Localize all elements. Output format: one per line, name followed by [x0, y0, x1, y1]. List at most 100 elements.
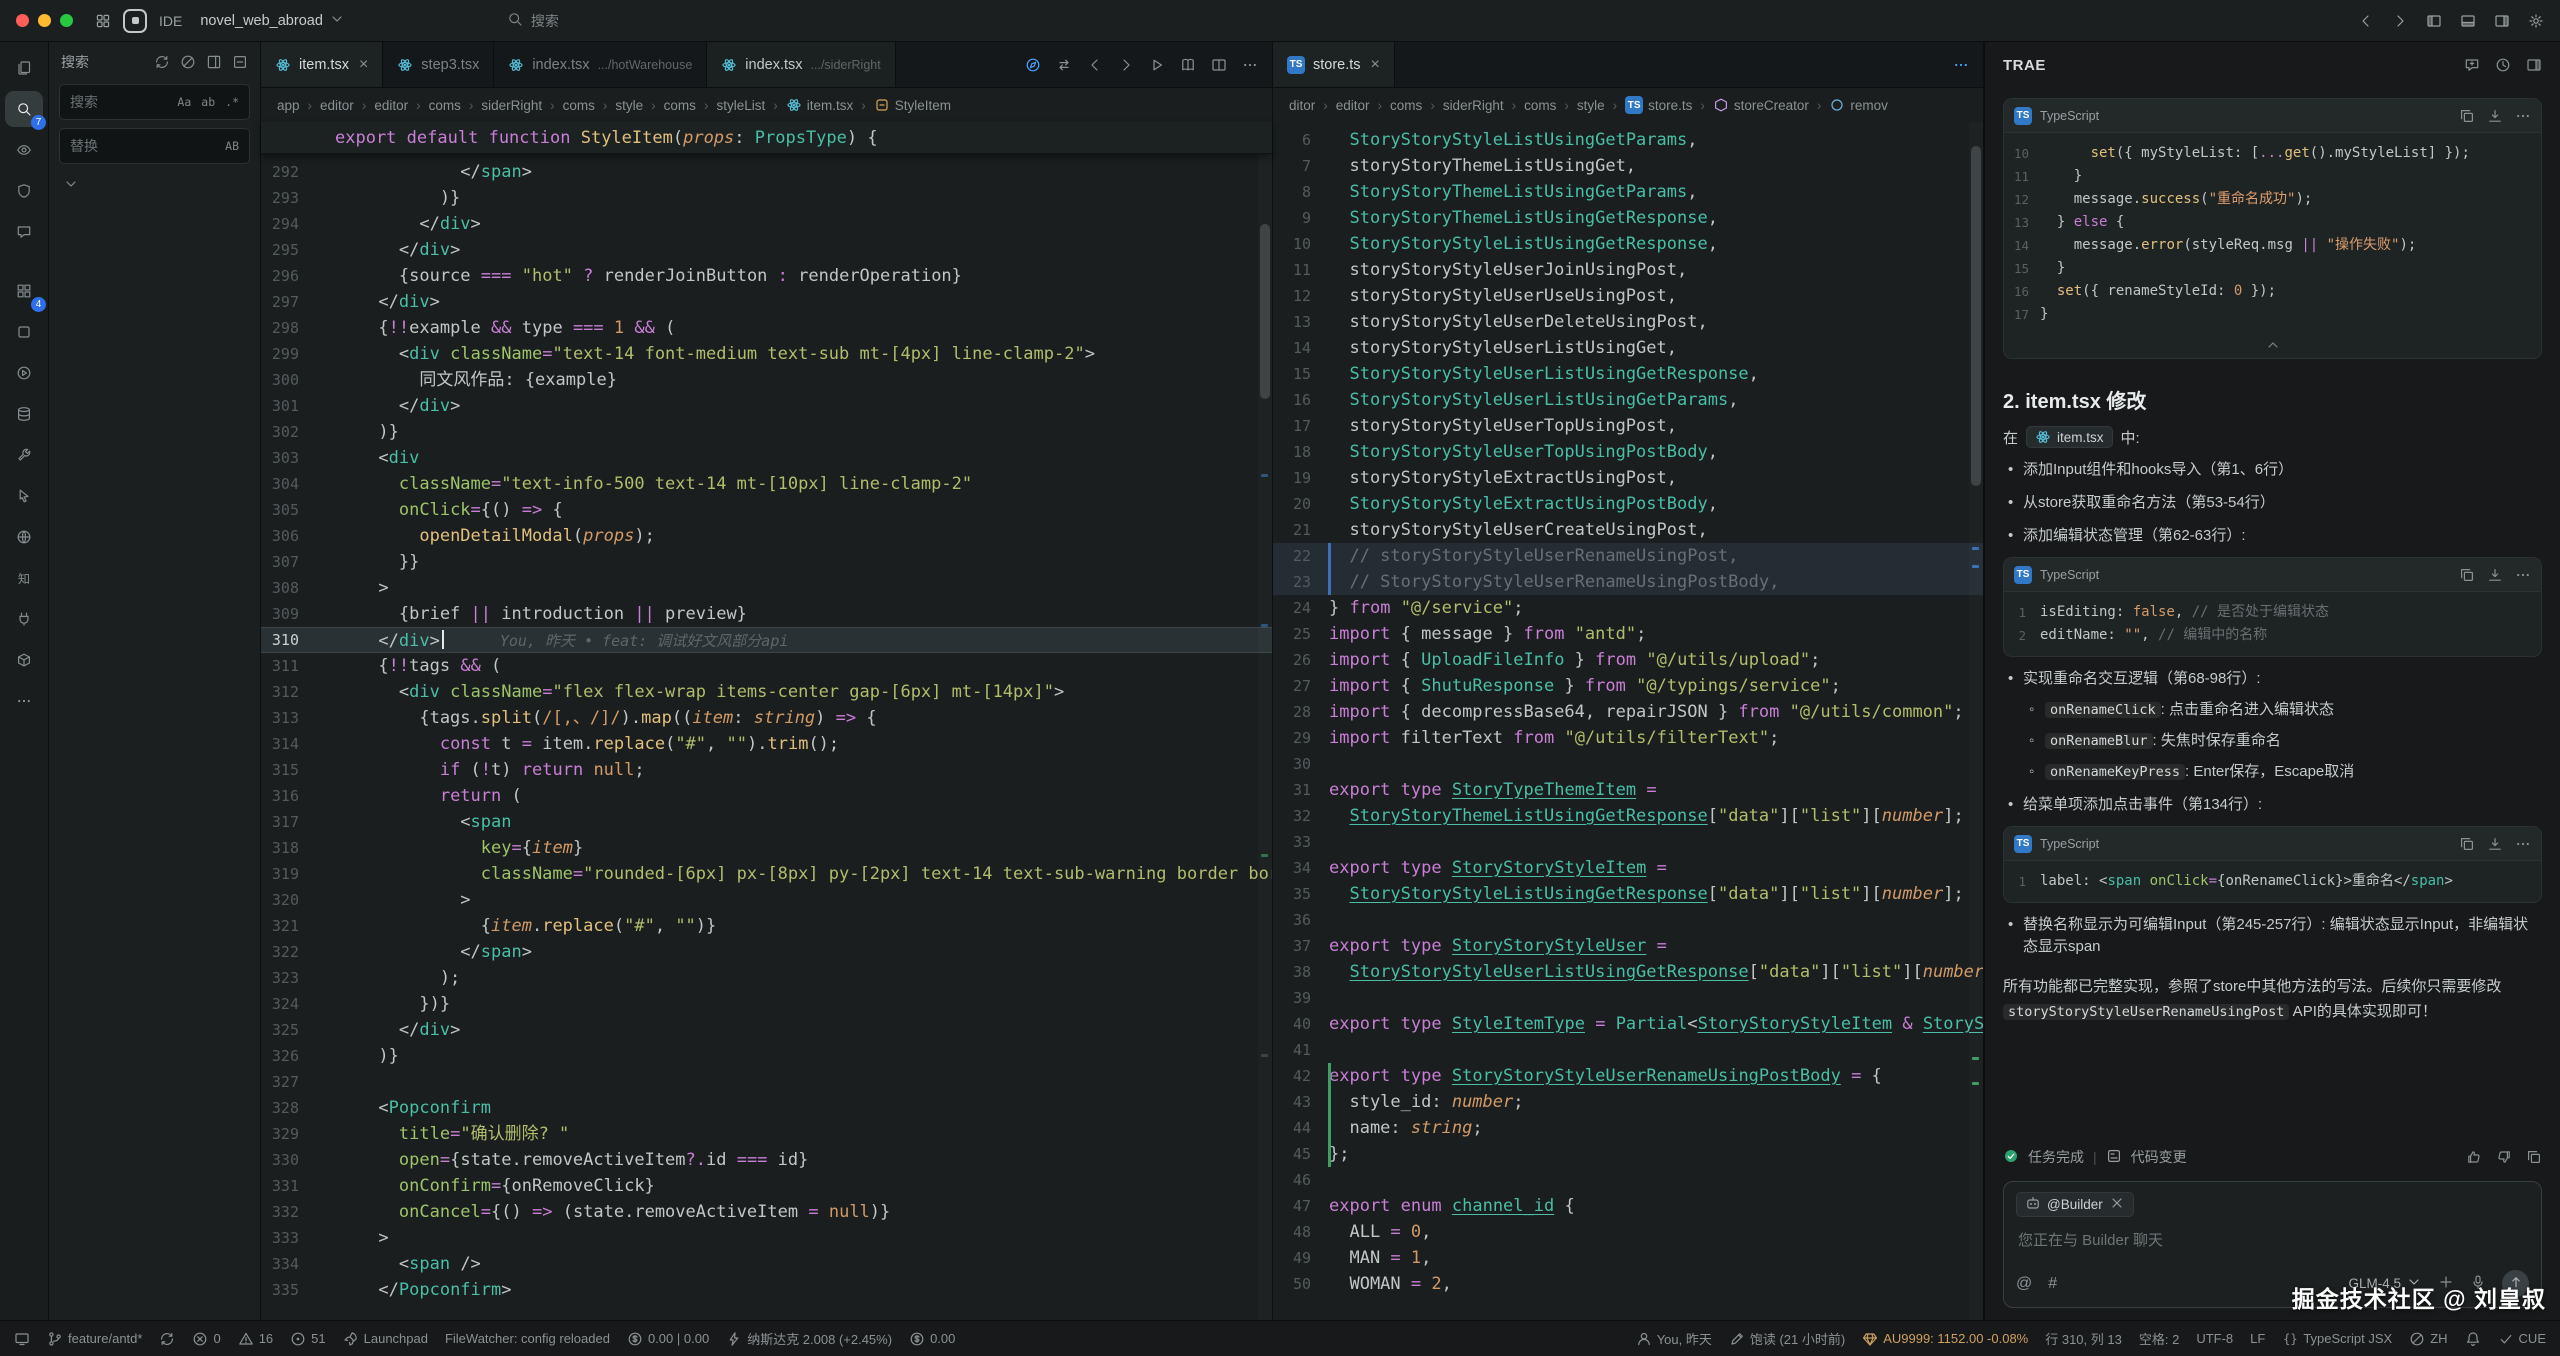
code-line[interactable]: 306 openDetailModal(props); [261, 523, 1272, 549]
crumb-coms[interactable]: coms [664, 98, 696, 113]
status-indent[interactable]: 空格: 2 [2139, 1329, 2179, 1348]
code-line[interactable]: 334 <span /> [261, 1251, 1272, 1277]
code-line[interactable]: 35 StoryStoryStyleListUsingGetResponse["… [1273, 881, 1983, 907]
status-language[interactable]: {}TypeScript JSX [2282, 1331, 2392, 1347]
tab-store.ts[interactable]: TSstore.ts× [1273, 42, 1395, 87]
open-editor-button[interactable] [206, 54, 222, 70]
code-line[interactable]: 31export type StoryTypeThemeItem = [1273, 777, 1983, 803]
code-line[interactable]: 309 {brief || introduction || preview} [261, 601, 1272, 627]
code-line[interactable]: 14 storyStoryStyleUserListUsingGet, [1273, 335, 1983, 361]
code-line[interactable]: 45}; [1273, 1141, 1983, 1167]
copy-button[interactable] [2459, 836, 2475, 852]
code-line[interactable]: 307 }} [261, 549, 1272, 575]
code-line[interactable]: 18 StoryStoryStyleUserTopUsingPostBody, [1273, 439, 1983, 465]
code-line[interactable]: 300 同文风作品: {example} [261, 367, 1272, 393]
arrow-left-button[interactable] [2358, 13, 2374, 29]
activity-square[interactable] [5, 314, 43, 350]
newchat-button[interactable] [2464, 57, 2480, 73]
crumb-ditor[interactable]: ditor [1289, 98, 1315, 113]
code-line[interactable]: 26import { UploadFileInfo } from "@/util… [1273, 647, 1983, 673]
status-commit[interactable]: 饱读 (21 小时前) [1729, 1329, 1845, 1348]
clear-button[interactable] [180, 54, 196, 70]
status-balance[interactable]: 0.00 [909, 1331, 955, 1347]
code-editor-store-ts[interactable]: 6 StoryStoryStyleListUsingGetParams,7 st… [1273, 122, 1983, 1320]
apps-grid-button[interactable] [95, 13, 111, 29]
zoom-window-icon[interactable] [60, 14, 73, 27]
scrollbar-thumb[interactable] [1971, 146, 1981, 486]
panel-left-button[interactable] [2426, 13, 2442, 29]
status-launchpad[interactable]: Launchpad [343, 1331, 428, 1347]
code-line[interactable]: 46 [1273, 1167, 1983, 1193]
mention-button[interactable]: @ [2016, 1275, 2032, 1293]
code-line[interactable]: 310 </div>You, 昨天 • feat: 调试好文风部分api [261, 627, 1272, 653]
code-line[interactable]: 330 open={state.removeActiveItem?.id ===… [261, 1147, 1272, 1173]
status-eol[interactable]: LF [2250, 1331, 2265, 1346]
code-line[interactable]: 328 <Popconfirm [261, 1095, 1272, 1121]
code-line[interactable]: 11 storyStoryStyleUserJoinUsingPost, [1273, 257, 1983, 283]
crumb-storeCreator[interactable]: storeCreator [1713, 97, 1809, 113]
code-line[interactable]: 327 [261, 1069, 1272, 1095]
context-hash-button[interactable]: # [2048, 1275, 2057, 1293]
more-button[interactable] [2515, 108, 2531, 124]
crumb-style[interactable]: style [615, 98, 643, 113]
code-line[interactable]: 43 style_id: number; [1273, 1089, 1983, 1115]
scrollbar[interactable] [1258, 154, 1272, 1320]
code-line[interactable]: 323 ); [261, 965, 1272, 991]
breadcrumb[interactable]: app›editor›editor›coms›siderRight›coms›s… [261, 88, 1272, 122]
status-gold[interactable]: AU9999: 1152.00 -0.08% [1862, 1331, 2028, 1347]
code-line[interactable]: 20 StoryStoryStyleExtractUsingPostBody, [1273, 491, 1983, 517]
code-line[interactable]: 30 [1273, 751, 1983, 777]
crumb-coms[interactable]: coms [429, 98, 461, 113]
code-editor-item-tsx[interactable]: 292 </span>293 )}294 </div>295 </div>296… [261, 154, 1272, 1320]
code-line[interactable]: 12 storyStoryStyleUserUseUsingPost, [1273, 283, 1983, 309]
close-icon[interactable]: × [359, 56, 368, 74]
project-switcher[interactable]: novel_web_abroad [200, 11, 345, 31]
code-line[interactable]: 16 StoryStoryStyleUserListUsingGetParams… [1273, 387, 1983, 413]
status-info[interactable]: 51 [290, 1331, 325, 1347]
activity-chat[interactable] [5, 214, 43, 250]
code-line[interactable]: 10 StoryStoryStyleListUsingGetResponse, [1273, 231, 1983, 257]
code-line[interactable]: 29import filterText from "@/utils/filter… [1273, 725, 1983, 751]
search-option-1[interactable]: ab [197, 93, 219, 111]
code-line[interactable]: 24} from "@/service"; [1273, 595, 1983, 621]
code-line[interactable]: 295 </div> [261, 237, 1272, 263]
status-cue[interactable]: CUE [2498, 1331, 2546, 1347]
code-line[interactable]: 294 </div> [261, 211, 1272, 237]
code-line[interactable]: 308 > [261, 575, 1272, 601]
crumb-item.tsx[interactable]: item.tsx [786, 97, 854, 113]
status-remote[interactable] [14, 1331, 30, 1347]
window-controls[interactable] [16, 14, 73, 27]
code-line[interactable]: 50 WOMAN = 2, [1273, 1271, 1983, 1297]
code-line[interactable]: 305 onClick={() => { [261, 497, 1272, 523]
insert-button[interactable] [2487, 567, 2503, 583]
code-line[interactable]: 332 onCancel={() => (state.removeActiveI… [261, 1199, 1272, 1225]
activity-search[interactable]: 7 [5, 91, 43, 127]
status-encoding[interactable]: UTF-8 [2196, 1331, 2233, 1346]
code-line[interactable]: 292 </span> [261, 159, 1272, 185]
chat-input[interactable]: 您正在与 Builder 聊天 [2018, 1229, 2527, 1250]
copy-button[interactable] [2459, 108, 2475, 124]
code-line[interactable]: 44 name: string; [1273, 1115, 1983, 1141]
code-line[interactable]: 297 </div> [261, 289, 1272, 315]
gear-button[interactable] [2528, 13, 2544, 29]
crumb-store.ts[interactable]: TSstore.ts [1625, 96, 1692, 114]
code-line[interactable]: 47export enum channel_id { [1273, 1193, 1983, 1219]
code-line[interactable]: 25import { message } from "antd"; [1273, 621, 1983, 647]
code-line[interactable]: 329 title="确认删除? " [261, 1121, 1272, 1147]
code-line[interactable]: 6 StoryStoryStyleListUsingGetParams, [1273, 127, 1983, 153]
copy-button[interactable] [2459, 567, 2475, 583]
code-line[interactable]: 13 storyStoryStyleUserDeleteUsingPost, [1273, 309, 1983, 335]
insert-button[interactable] [2487, 836, 2503, 852]
crumb-styleList[interactable]: styleList [716, 98, 765, 113]
code-line[interactable]: 27import { ShutuResponse } from "@/typin… [1273, 673, 1983, 699]
global-search[interactable]: 搜索 [507, 11, 559, 31]
code-line[interactable]: 39 [1273, 985, 1983, 1011]
code-line[interactable]: 33 [1273, 829, 1983, 855]
code-line[interactable]: 32 StoryStoryThemeListUsingGetResponse["… [1273, 803, 1983, 829]
code-line[interactable]: 303 <div [261, 445, 1272, 471]
status-cursor-position[interactable]: 行 310, 列 13 [2045, 1329, 2122, 1348]
search-option-2[interactable]: .* [221, 93, 243, 111]
code-line[interactable]: 304 className="text-info-500 text-14 mt-… [261, 471, 1272, 497]
code-line[interactable]: 37export type StoryStoryStyleUser = [1273, 933, 1983, 959]
activity-plug[interactable] [5, 601, 43, 637]
